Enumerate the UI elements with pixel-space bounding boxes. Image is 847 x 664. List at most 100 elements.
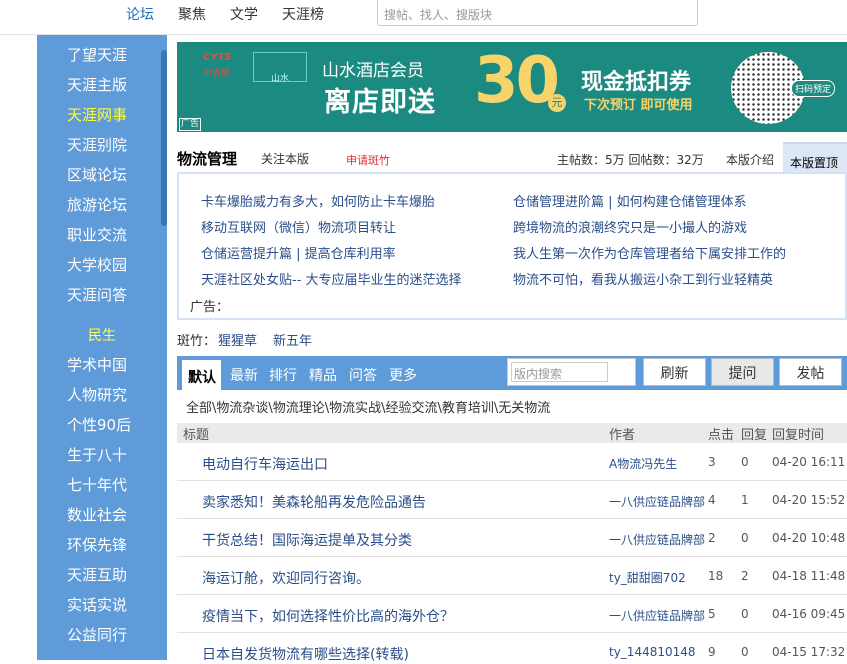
author-link[interactable]: 一八供应链品牌部 bbox=[609, 607, 705, 624]
scan-to-book-button[interactable]: 扫码预定 bbox=[791, 80, 836, 97]
reply-count: 0 bbox=[741, 531, 749, 545]
reply-count: 1 bbox=[741, 493, 749, 507]
board-search-box: 版内搜索 bbox=[507, 358, 636, 386]
ad-badge: 广告 bbox=[179, 118, 202, 131]
sidebar-item[interactable]: 数业社会 bbox=[67, 504, 127, 525]
table-row: 海运订舱，欢迎同行咨询。 ty_甜甜圈702 18 2 04-18 11:48 bbox=[177, 557, 847, 595]
reply-count: 0 bbox=[741, 455, 749, 469]
new-post-button[interactable]: 发帖 bbox=[779, 358, 842, 386]
sidebar-item[interactable]: 个性90后 bbox=[67, 414, 131, 435]
banner-slogan: 离店即送 bbox=[324, 87, 436, 118]
post-title-link[interactable]: 电动自行车海运出口 bbox=[202, 454, 328, 474]
reply-count: 2 bbox=[741, 569, 749, 583]
category-filter[interactable]: 全部\物流杂谈\物流理论\物流实战\经验交流\教育培训\无关物流 bbox=[186, 397, 550, 416]
author-link[interactable]: ty_144810148 bbox=[609, 645, 696, 659]
pinned-link[interactable]: 仓储管理进阶篇 | 如何构建仓储管理体系 bbox=[513, 191, 747, 210]
sidebar-item[interactable]: 区域论坛 bbox=[67, 164, 127, 185]
click-count: 3 bbox=[708, 455, 716, 469]
moderators-label: 斑竹： bbox=[177, 334, 217, 349]
table-row: 疫情当下，如何选择性价比高的海外仓？ 一八供应链品牌部 5 0 04-16 09… bbox=[177, 595, 847, 633]
reply-time: 04-20 16:11 bbox=[772, 455, 846, 469]
pinned-link[interactable]: 卡车爆胎威力有多大，如何防止卡车爆胎 bbox=[201, 191, 435, 210]
post-title-link[interactable]: 日本自发货物流有哪些选择(转载) bbox=[202, 644, 409, 664]
global-search-input[interactable]: 搜帖、找人、搜版块 bbox=[377, 0, 698, 26]
advertisement-banner[interactable]: CYTS 中青旅 山水 山水酒店会员 离店即送 30 元 现金抵扣券 下次预订 … bbox=[177, 42, 847, 132]
moderators-line: 斑竹： 猩猩草 新五年 bbox=[177, 330, 312, 349]
nav-focus-link[interactable]: 聚焦 bbox=[178, 4, 206, 24]
post-title-link[interactable]: 疫情当下，如何选择性价比高的海外仓？ bbox=[202, 606, 454, 626]
tab-ranking[interactable]: 排行 bbox=[269, 365, 297, 385]
pinned-link[interactable]: 移动互联网（微信）物流项目转让 bbox=[201, 217, 396, 236]
sidebar-item[interactable]: 生于八十 bbox=[67, 444, 127, 465]
sidebar-item[interactable]: 天涯问答 bbox=[67, 284, 127, 305]
sidebar-item[interactable]: 人物研究 bbox=[67, 384, 127, 405]
click-count: 18 bbox=[708, 569, 724, 583]
reply-time: 04-15 17:32 bbox=[772, 645, 846, 659]
sidebar-item-active[interactable]: 天涯网事 bbox=[67, 104, 127, 125]
column-header-clicks: 点击 bbox=[708, 428, 735, 443]
banner-amount: 30 bbox=[474, 44, 560, 118]
author-link[interactable]: A物流冯先生 bbox=[609, 455, 677, 472]
tab-default[interactable]: 默认 bbox=[182, 360, 221, 390]
ad-label: 广告： bbox=[190, 300, 230, 315]
sidebar-item[interactable]: 旅游论坛 bbox=[67, 194, 127, 215]
board-header: 物流管理 关注本版 申请斑竹 主帖数：5万 回帖数：32万 本版介绍 本版置顶 bbox=[177, 142, 847, 174]
sidebar-item[interactable]: 天涯主版 bbox=[67, 74, 127, 95]
click-count: 4 bbox=[708, 493, 716, 507]
board-title: 物流管理 bbox=[177, 150, 238, 168]
nav-ranking-link[interactable]: 天涯榜 bbox=[282, 4, 324, 24]
banner-offer-note: 下次预订 即可使用 bbox=[584, 98, 693, 113]
moderator-link[interactable]: 猩猩草 bbox=[218, 334, 257, 349]
sidebar: 了望天涯 天涯主版 天涯网事 天涯别院 区域论坛 旅游论坛 职业交流 大学校园 … bbox=[37, 35, 167, 660]
sidebar-item[interactable]: 天涯互助 bbox=[67, 564, 127, 585]
post-title-link[interactable]: 干货总结！国际海运提单及其分类 bbox=[202, 530, 412, 550]
pinned-link[interactable]: 我人生第一次作为仓库管理者给下属安排工作的 bbox=[513, 243, 786, 262]
sidebar-category-label: 民生 bbox=[88, 328, 116, 344]
apply-moderator-link[interactable]: 申请斑竹 bbox=[346, 152, 390, 168]
top-navigation-bar: 论坛 聚焦 文学 天涯榜 搜帖、找人、搜版块 bbox=[0, 0, 847, 35]
author-link[interactable]: ty_甜甜圈702 bbox=[609, 569, 686, 586]
reply-time: 04-20 15:52 bbox=[772, 493, 846, 507]
author-link[interactable]: 一八供应链品牌部 bbox=[609, 531, 705, 548]
table-row: 干货总结！国际海运提单及其分类 一八供应链品牌部 2 0 04-20 10:48 bbox=[177, 519, 847, 557]
sidebar-item[interactable]: 实话实说 bbox=[67, 594, 127, 615]
board-pinned-tab[interactable]: 本版置顶 bbox=[783, 142, 847, 174]
pinned-notice-panel: 卡车爆胎威力有多大，如何防止卡车爆胎 移动互联网（微信）物流项目转让 仓储运营提… bbox=[177, 172, 847, 320]
banner-offer: 现金抵扣券 bbox=[581, 70, 692, 95]
sidebar-item[interactable]: 大学校园 bbox=[67, 254, 127, 275]
board-stats: 主帖数：5万 回帖数：32万 bbox=[557, 153, 704, 167]
sidebar-item[interactable]: 环保先锋 bbox=[67, 534, 127, 555]
follow-board-button[interactable]: 关注本版 bbox=[261, 150, 309, 167]
column-header-title: 标题 bbox=[183, 428, 210, 443]
column-header-author: 作者 bbox=[609, 428, 636, 443]
reply-time: 04-18 11:48 bbox=[772, 569, 846, 583]
sidebar-item[interactable]: 七十年代 bbox=[67, 474, 127, 495]
board-search-input[interactable]: 版内搜索 bbox=[511, 362, 608, 382]
refresh-button[interactable]: 刷新 bbox=[643, 358, 706, 386]
nav-literature-link[interactable]: 文学 bbox=[230, 4, 258, 24]
tab-more[interactable]: 更多 bbox=[389, 365, 417, 385]
board-intro-tab[interactable]: 本版介绍 bbox=[726, 151, 774, 168]
sidebar-item[interactable]: 职业交流 bbox=[67, 224, 127, 245]
reply-time: 04-16 09:45 bbox=[772, 607, 846, 621]
pinned-link[interactable]: 跨境物流的浪潮终究只是一小撮人的游戏 bbox=[513, 217, 747, 236]
tab-qa[interactable]: 问答 bbox=[349, 365, 377, 385]
tab-featured[interactable]: 精品 bbox=[309, 365, 337, 385]
sidebar-item[interactable]: 学术中国 bbox=[67, 354, 127, 375]
sidebar-item[interactable]: 公益同行 bbox=[67, 624, 127, 645]
reply-count: 0 bbox=[741, 645, 749, 659]
moderator-link[interactable]: 新五年 bbox=[273, 334, 312, 349]
author-link[interactable]: 一八供应链品牌部 bbox=[609, 493, 705, 510]
sidebar-item[interactable]: 天涯别院 bbox=[67, 134, 127, 155]
pinned-link[interactable]: 物流不可怕，看我从搬运小杂工到行业轻精英 bbox=[513, 269, 773, 288]
tab-latest[interactable]: 最新 bbox=[230, 365, 258, 385]
sidebar-item[interactable]: 了望天涯 bbox=[67, 44, 127, 65]
ask-button[interactable]: 提问 bbox=[711, 358, 774, 386]
post-title-link[interactable]: 海运订舱，欢迎同行咨询。 bbox=[202, 568, 370, 588]
nav-forum-link[interactable]: 论坛 bbox=[126, 4, 154, 24]
pinned-link[interactable]: 仓储运营提升篇 | 提高仓库利用率 bbox=[201, 243, 396, 262]
post-title-link[interactable]: 卖家悉知！美森轮船再发危险品通告 bbox=[202, 492, 426, 512]
pinned-link[interactable]: 天涯社区处女贴-- 大专应届毕业生的迷茫选择 bbox=[201, 269, 462, 288]
sidebar-scrollbar[interactable] bbox=[161, 50, 167, 226]
post-tab-bar: 默认 最新 排行 精品 问答 更多 版内搜索 刷新 提问 发帖 bbox=[177, 356, 847, 390]
